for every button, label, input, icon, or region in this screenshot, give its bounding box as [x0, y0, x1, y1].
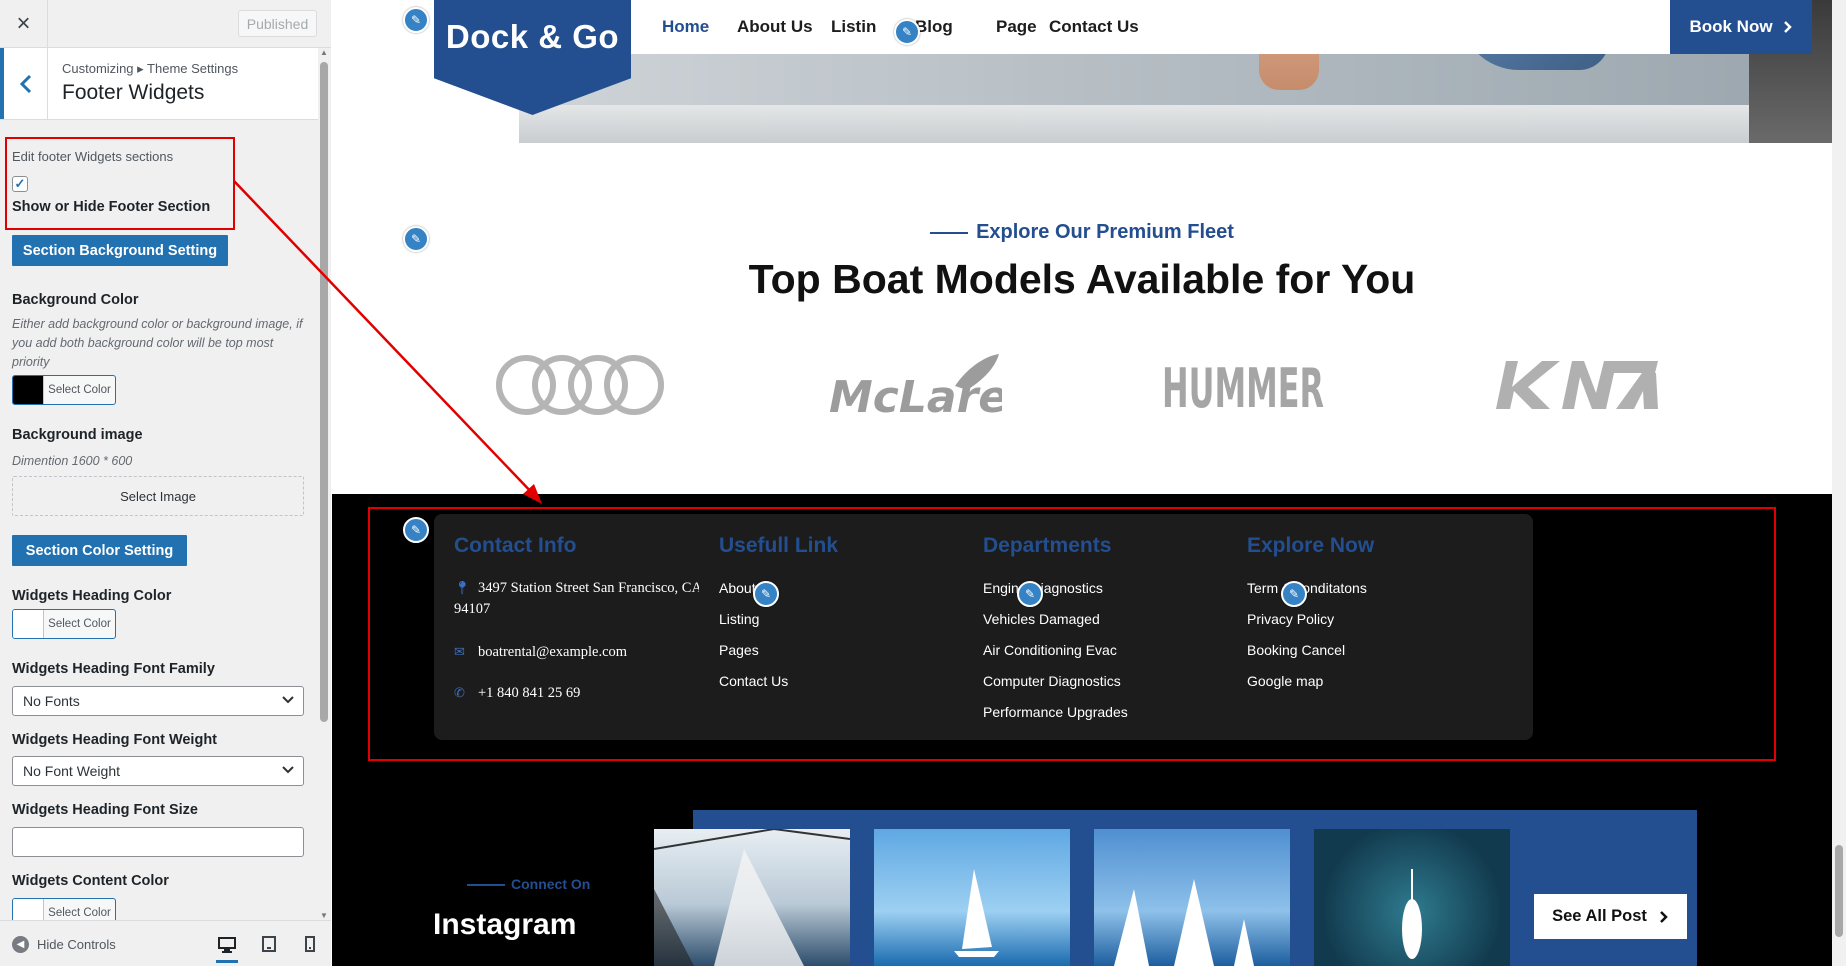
panel-content: Edit footer Widgets sections ✓ Show or H… [0, 121, 318, 921]
boat-deck [519, 105, 1832, 143]
site-preview: Home About Us Listin Blog Page Contact U… [332, 0, 1832, 966]
select-color-label: Select Color [48, 907, 111, 919]
back-chevron-icon[interactable] [0, 48, 48, 119]
background-color-picker[interactable]: Select Color [12, 375, 116, 405]
connect-on-label: Connect On [467, 876, 590, 892]
heading-font-family-label: Widgets Heading Font Family [12, 661, 215, 677]
select-value: No Fonts [23, 693, 80, 709]
fleet-title: Top Boat Models Available for You [748, 256, 1416, 302]
published-button[interactable]: Published [238, 10, 317, 37]
nav-page[interactable]: Page [996, 17, 1037, 37]
preview-scrollbar[interactable] [1832, 0, 1846, 966]
desktop-preview-icon[interactable] [216, 929, 238, 963]
instagram-image[interactable] [1314, 829, 1510, 966]
heading-font-family-select[interactable]: No Fonts [12, 686, 304, 716]
customizer-sidebar: × Published Customizing ▸ Theme Settings… [0, 0, 331, 966]
svg-text:HUMMER: HUMMER [1162, 357, 1324, 415]
heading-color-picker[interactable]: Select Color [12, 609, 116, 639]
edit-pencil-icon[interactable]: ✎ [403, 7, 429, 33]
heading-font-size-input[interactable] [12, 827, 304, 857]
widgets-heading-color-label: Widgets Heading Color [12, 588, 172, 604]
highlight-box [5, 137, 235, 230]
nav-home[interactable]: Home [662, 17, 709, 37]
hummer-logo: HUMMER [1158, 350, 1328, 420]
tablet-preview-icon[interactable] [258, 933, 280, 955]
instagram-image[interactable] [654, 829, 850, 966]
scroll-up-icon[interactable]: ▲ [320, 48, 328, 57]
panel-title: Footer Widgets [62, 81, 205, 104]
nav-listing[interactable]: Listin [831, 17, 876, 37]
background-color-help: Either add background color or backgroun… [12, 317, 303, 369]
color-swatch [13, 899, 44, 921]
see-all-post-label: See All Post [1552, 907, 1647, 925]
select-color-label: Select Color [48, 618, 111, 630]
nav-blog[interactable]: Blog [915, 17, 953, 37]
scrollbar-thumb[interactable] [320, 62, 328, 722]
instagram-image[interactable] [874, 829, 1070, 966]
book-now-label: Book Now [1689, 17, 1773, 36]
chevron-down-icon [281, 763, 295, 780]
select-image-button[interactable]: Select Image [12, 476, 304, 516]
heading-font-size-label: Widgets Heading Font Size [12, 802, 198, 818]
widgets-content-color-label: Widgets Content Color [12, 873, 169, 889]
section-color-setting-button[interactable]: Section Color Setting [12, 535, 187, 566]
customizer-topbar: × Published [0, 0, 331, 48]
background-color-label: Background Color [12, 292, 139, 308]
edit-pencil-icon[interactable]: ✎ [894, 19, 920, 45]
nav-contact-us[interactable]: Contact Us [1049, 17, 1139, 37]
breadcrumb: Customizing ▸ Theme Settings [62, 61, 239, 76]
collapse-icon: ◀ [12, 936, 29, 953]
logo-text: Dock & Go [445, 18, 620, 55]
heading-font-weight-select[interactable]: No Font Weight [12, 756, 304, 786]
book-now-button[interactable]: Book Now [1670, 0, 1812, 54]
select-value: No Font Weight [23, 763, 121, 779]
highlight-box [368, 507, 1776, 761]
instagram-image[interactable] [1094, 829, 1290, 966]
sidebar-scrollbar[interactable]: ▲ ▼ [318, 48, 331, 920]
scroll-down-icon[interactable]: ▼ [320, 911, 328, 920]
color-swatch [13, 610, 44, 638]
background-image-dimension: Dimention 1600 * 600 [12, 454, 133, 468]
content-color-picker[interactable]: Select Color [12, 898, 116, 921]
hide-controls-button[interactable]: ◀ Hide Controls [12, 936, 116, 953]
hide-controls-label: Hide Controls [37, 937, 116, 952]
close-icon[interactable]: × [0, 0, 48, 47]
scrollbar-thumb[interactable] [1835, 845, 1843, 937]
color-swatch [13, 376, 44, 404]
panel-header: Customizing ▸ Theme Settings Footer Widg… [0, 48, 318, 120]
audi-logo [492, 350, 667, 420]
select-color-label: Select Color [48, 384, 111, 396]
mobile-preview-icon[interactable] [299, 933, 321, 955]
nav-about-us[interactable]: About Us [737, 17, 813, 37]
section-background-setting-button[interactable]: Section Background Setting [12, 235, 228, 266]
mclaren-logo: McLaren [824, 350, 1004, 420]
heading-font-weight-label: Widgets Heading Font Weight [12, 732, 218, 748]
chevron-right-icon [1659, 910, 1668, 923]
chevron-right-icon [1783, 21, 1792, 33]
instagram-title: Instagram [433, 908, 577, 941]
customizer-footer: ◀ Hide Controls [0, 920, 331, 966]
chevron-down-icon [281, 693, 295, 710]
kia-logo [1489, 350, 1664, 420]
see-all-post-button[interactable]: See All Post [1534, 894, 1687, 939]
fleet-subtitle: Explore Our Premium Fleet [332, 221, 1832, 244]
background-image-label: Background image [12, 427, 143, 443]
